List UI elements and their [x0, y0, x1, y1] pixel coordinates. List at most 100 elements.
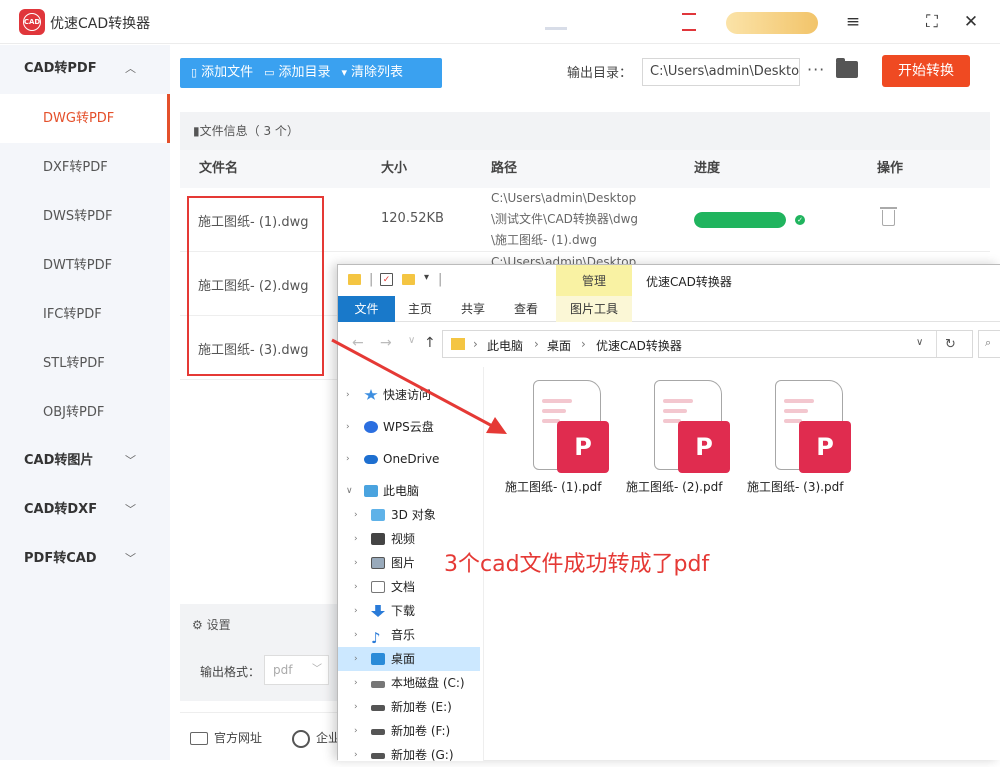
- output-format-select[interactable]: pdf ﹀: [264, 655, 329, 685]
- tab-home[interactable]: 主页: [400, 296, 440, 322]
- sidebar-item-dxf-pdf[interactable]: DXF转PDF: [0, 143, 170, 192]
- nav-drive-g[interactable]: › 新加卷 (G:): [338, 743, 480, 767]
- nav-desktop[interactable]: › 桌面: [338, 647, 480, 671]
- nav-downloads[interactable]: › 下载: [338, 599, 480, 623]
- manage-tab[interactable]: 管理: [556, 265, 632, 298]
- tab-picture-tools[interactable]: 图片工具: [556, 296, 632, 322]
- nav-3d-objects[interactable]: › 3D 对象: [338, 503, 480, 527]
- enterprise-link[interactable]: 企业: [292, 729, 340, 748]
- column-header-action: 操作: [877, 161, 904, 176]
- file-info-header: ▮文件信息（ 3 个）: [180, 112, 990, 150]
- start-convert-button[interactable]: 开始转换: [882, 55, 970, 87]
- maximize-icon[interactable]: ⛶: [921, 11, 943, 33]
- sidebar-category-cad-image[interactable]: CAD转图片 ﹀: [0, 437, 170, 485]
- new-folder-icon[interactable]: [402, 274, 415, 285]
- file-explorer-window: | ✓ ▾ | 管理 优速CAD转换器 文件 主页 共享 查看 图片工具 ← →…: [337, 264, 1000, 762]
- output-dir-input[interactable]: C:\Users\admin\Desktop: [642, 58, 800, 86]
- document-icon: ▮: [193, 124, 200, 138]
- table-header: 文件名 大小 路径 进度 操作: [180, 150, 990, 188]
- cube-icon: [371, 509, 385, 521]
- delete-icon[interactable]: [880, 207, 897, 226]
- sidebar-category-cad-pdf[interactable]: CAD转PDF ︿: [0, 45, 170, 93]
- nav-drive-c[interactable]: › 本地磁盘 (C:): [338, 671, 480, 695]
- nav-drive-f[interactable]: › 新加卷 (F:): [338, 719, 480, 743]
- sidebar-category-cad-dxf[interactable]: CAD转DXF ﹀: [0, 486, 170, 534]
- breadcrumb-desktop[interactable]: 桌面: [547, 337, 571, 354]
- skin-icon[interactable]: [545, 14, 567, 30]
- sidebar-item-obj-pdf[interactable]: OBJ转PDF: [0, 388, 170, 437]
- search-input[interactable]: ⌕: [978, 330, 1000, 358]
- sidebar-item-dws-pdf[interactable]: DWS转PDF: [0, 192, 170, 241]
- breadcrumb-folder[interactable]: 优速CAD转换器: [596, 337, 682, 354]
- sidebar: CAD转PDF ︿ DWG转PDF DXF转PDF DWS转PDF DWT转PDF…: [0, 45, 170, 760]
- file-size: 120.52KB: [381, 211, 444, 226]
- nav-quick-access[interactable]: › 快速访问: [338, 383, 480, 407]
- open-folder-icon[interactable]: [836, 58, 858, 78]
- chevron-down-icon: ﹀: [125, 552, 136, 565]
- vip-button[interactable]: [726, 12, 818, 34]
- sidebar-item-stl-pdf[interactable]: STL转PDF: [0, 339, 170, 388]
- refresh-icon[interactable]: ↻: [945, 337, 956, 352]
- up-icon[interactable]: ↑: [424, 335, 436, 351]
- ribbon-tabs: 文件 主页 共享 查看 图片工具: [338, 296, 1000, 322]
- address-dropdown-icon[interactable]: ∨: [916, 337, 923, 348]
- add-file-button[interactable]: ▯ 添加文件: [180, 58, 253, 88]
- output-dir-label: 输出目录：: [567, 66, 633, 81]
- trash-icon: ▾: [341, 66, 348, 79]
- check-icon: ✓: [795, 215, 805, 225]
- app-logo: CAD: [19, 9, 45, 35]
- menu-icon[interactable]: ≡: [842, 11, 864, 33]
- properties-icon[interactable]: ✓: [380, 273, 393, 286]
- close-icon[interactable]: ✕: [960, 11, 982, 33]
- tab-view[interactable]: 查看: [506, 296, 546, 322]
- pdf-file[interactable]: P 施工图纸- (2).pdf: [626, 377, 730, 497]
- pdf-file[interactable]: P 施工图纸- (1).pdf: [505, 377, 609, 497]
- sidebar-category-pdf-cad[interactable]: PDF转CAD ﹀: [0, 535, 170, 583]
- chevron-down-icon: ﹀: [312, 664, 322, 675]
- file-icon: ▯: [191, 66, 198, 79]
- column-header-size: 大小: [381, 161, 408, 176]
- address-bar-row: ← → ∨ ↑ › 此电脑 › 桌面 › 优速CAD转换器 ∨ ↻ ⌕: [338, 323, 1000, 365]
- output-format-label: 输出格式：: [200, 665, 261, 679]
- nav-onedrive[interactable]: › OneDrive: [338, 447, 480, 471]
- nav-wps-cloud[interactable]: › WPS云盘: [338, 415, 480, 439]
- sidebar-item-dwg-pdf[interactable]: DWG转PDF: [0, 94, 170, 143]
- pdf-file[interactable]: P 施工图纸- (3).pdf: [747, 377, 851, 497]
- more-options-button[interactable]: ···: [807, 60, 825, 79]
- folder-icon: [451, 338, 465, 350]
- back-icon[interactable]: ←: [352, 335, 364, 351]
- document-icon: [371, 581, 385, 593]
- app-title: 优速CAD转换器: [50, 16, 151, 32]
- desktop-icon: [371, 653, 385, 665]
- tab-share[interactable]: 共享: [453, 296, 493, 322]
- sidebar-item-dwt-pdf[interactable]: DWT转PDF: [0, 241, 170, 290]
- gift-icon[interactable]: [682, 13, 696, 31]
- download-icon: [371, 605, 385, 617]
- folder-icon[interactable]: [348, 274, 361, 285]
- nav-drive-e[interactable]: › 新加卷 (E:): [338, 695, 480, 719]
- folder-icon: ▭: [264, 66, 275, 79]
- nav-music[interactable]: › ♪ 音乐: [338, 623, 480, 647]
- customize-dropdown-icon[interactable]: ▾: [424, 272, 429, 283]
- breadcrumb-this-pc[interactable]: 此电脑: [487, 337, 523, 354]
- file-name: 施工图纸- (3).pdf: [747, 480, 844, 494]
- quick-access-toolbar: | ✓ ▾ | 管理 优速CAD转换器: [338, 265, 1000, 298]
- nav-this-pc[interactable]: ∨ 此电脑: [338, 479, 480, 503]
- nav-documents[interactable]: › 文档: [338, 575, 480, 599]
- tab-file[interactable]: 文件: [338, 296, 395, 322]
- recent-dropdown-icon[interactable]: ∨: [408, 335, 415, 346]
- gear-icon: ⚙: [192, 618, 203, 632]
- settings-title: ⚙ 设置: [192, 618, 231, 632]
- sidebar-item-ifc-pdf[interactable]: IFC转PDF: [0, 290, 170, 339]
- address-bar[interactable]: › 此电脑 › 桌面 › 优速CAD转换器 ∨ ↻: [442, 330, 973, 358]
- website-link[interactable]: 官方网址: [190, 729, 262, 746]
- cloud-icon: [364, 421, 378, 433]
- annotation-caption: 3个cad文件成功转成了pdf: [444, 552, 710, 577]
- add-directory-button[interactable]: ▭ 添加目录: [253, 58, 330, 88]
- search-icon: ⌕: [985, 336, 992, 349]
- forward-icon[interactable]: →: [380, 335, 392, 351]
- pdf-logo-icon: P: [799, 421, 851, 473]
- clear-list-button[interactable]: ▾ 清除列表: [331, 58, 404, 88]
- chevron-up-icon: ︿: [125, 62, 136, 75]
- star-icon: [364, 389, 378, 400]
